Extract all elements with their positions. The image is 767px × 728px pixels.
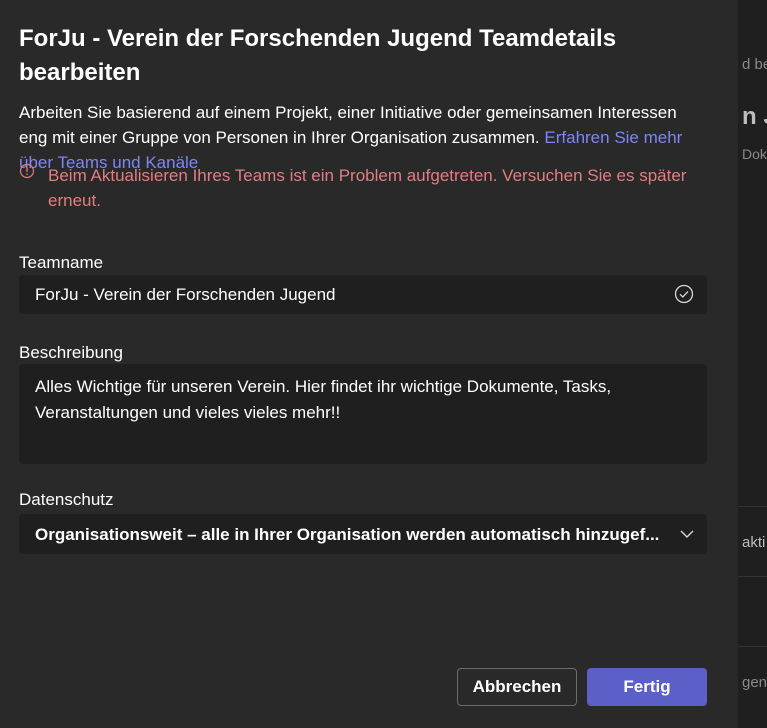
teamname-value: ForJu - Verein der Forschenden Jugend	[35, 285, 336, 304]
background-divider	[738, 506, 767, 507]
background-text: Dok	[742, 146, 767, 162]
privacy-label: Datenschutz	[19, 490, 114, 509]
background-heading: n J	[742, 103, 767, 130]
error-message: Beim Aktualisieren Ihres Teams ist ein P…	[19, 163, 719, 215]
error-circle-icon	[19, 163, 35, 179]
background-text: akti	[742, 534, 766, 551]
chevron-down-icon	[680, 530, 694, 538]
description-textarea[interactable]: Alles Wichtige für unseren Verein. Hier …	[19, 364, 707, 464]
done-button[interactable]: Fertig	[587, 668, 707, 706]
background-text: d be	[742, 56, 767, 73]
description-value: Alles Wichtige für unseren Verein. Hier …	[35, 377, 612, 422]
background-text: gen v	[742, 674, 767, 691]
teamname-label: Teamname	[19, 253, 104, 272]
cancel-button[interactable]: Abbrechen	[457, 668, 577, 706]
edit-team-dialog: ForJu - Verein der Forschenden Jugend Te…	[0, 0, 738, 728]
background-divider	[738, 576, 767, 577]
privacy-value: Organisationsweit – alle in Ihrer Organi…	[35, 525, 660, 544]
background-app: d be n J Dok akti gen v	[738, 0, 767, 728]
error-text: Beim Aktualisieren Ihres Teams ist ein P…	[48, 166, 687, 210]
teamname-input[interactable]: ForJu - Verein der Forschenden Jugend	[19, 275, 707, 314]
description-label: Beschreibung	[19, 343, 123, 362]
checkmark-circle-icon	[674, 284, 694, 304]
background-divider	[738, 646, 767, 647]
privacy-dropdown[interactable]: Organisationsweit – alle in Ihrer Organi…	[19, 514, 707, 554]
dialog-title: ForJu - Verein der Forschenden Jugend Te…	[19, 25, 617, 86]
